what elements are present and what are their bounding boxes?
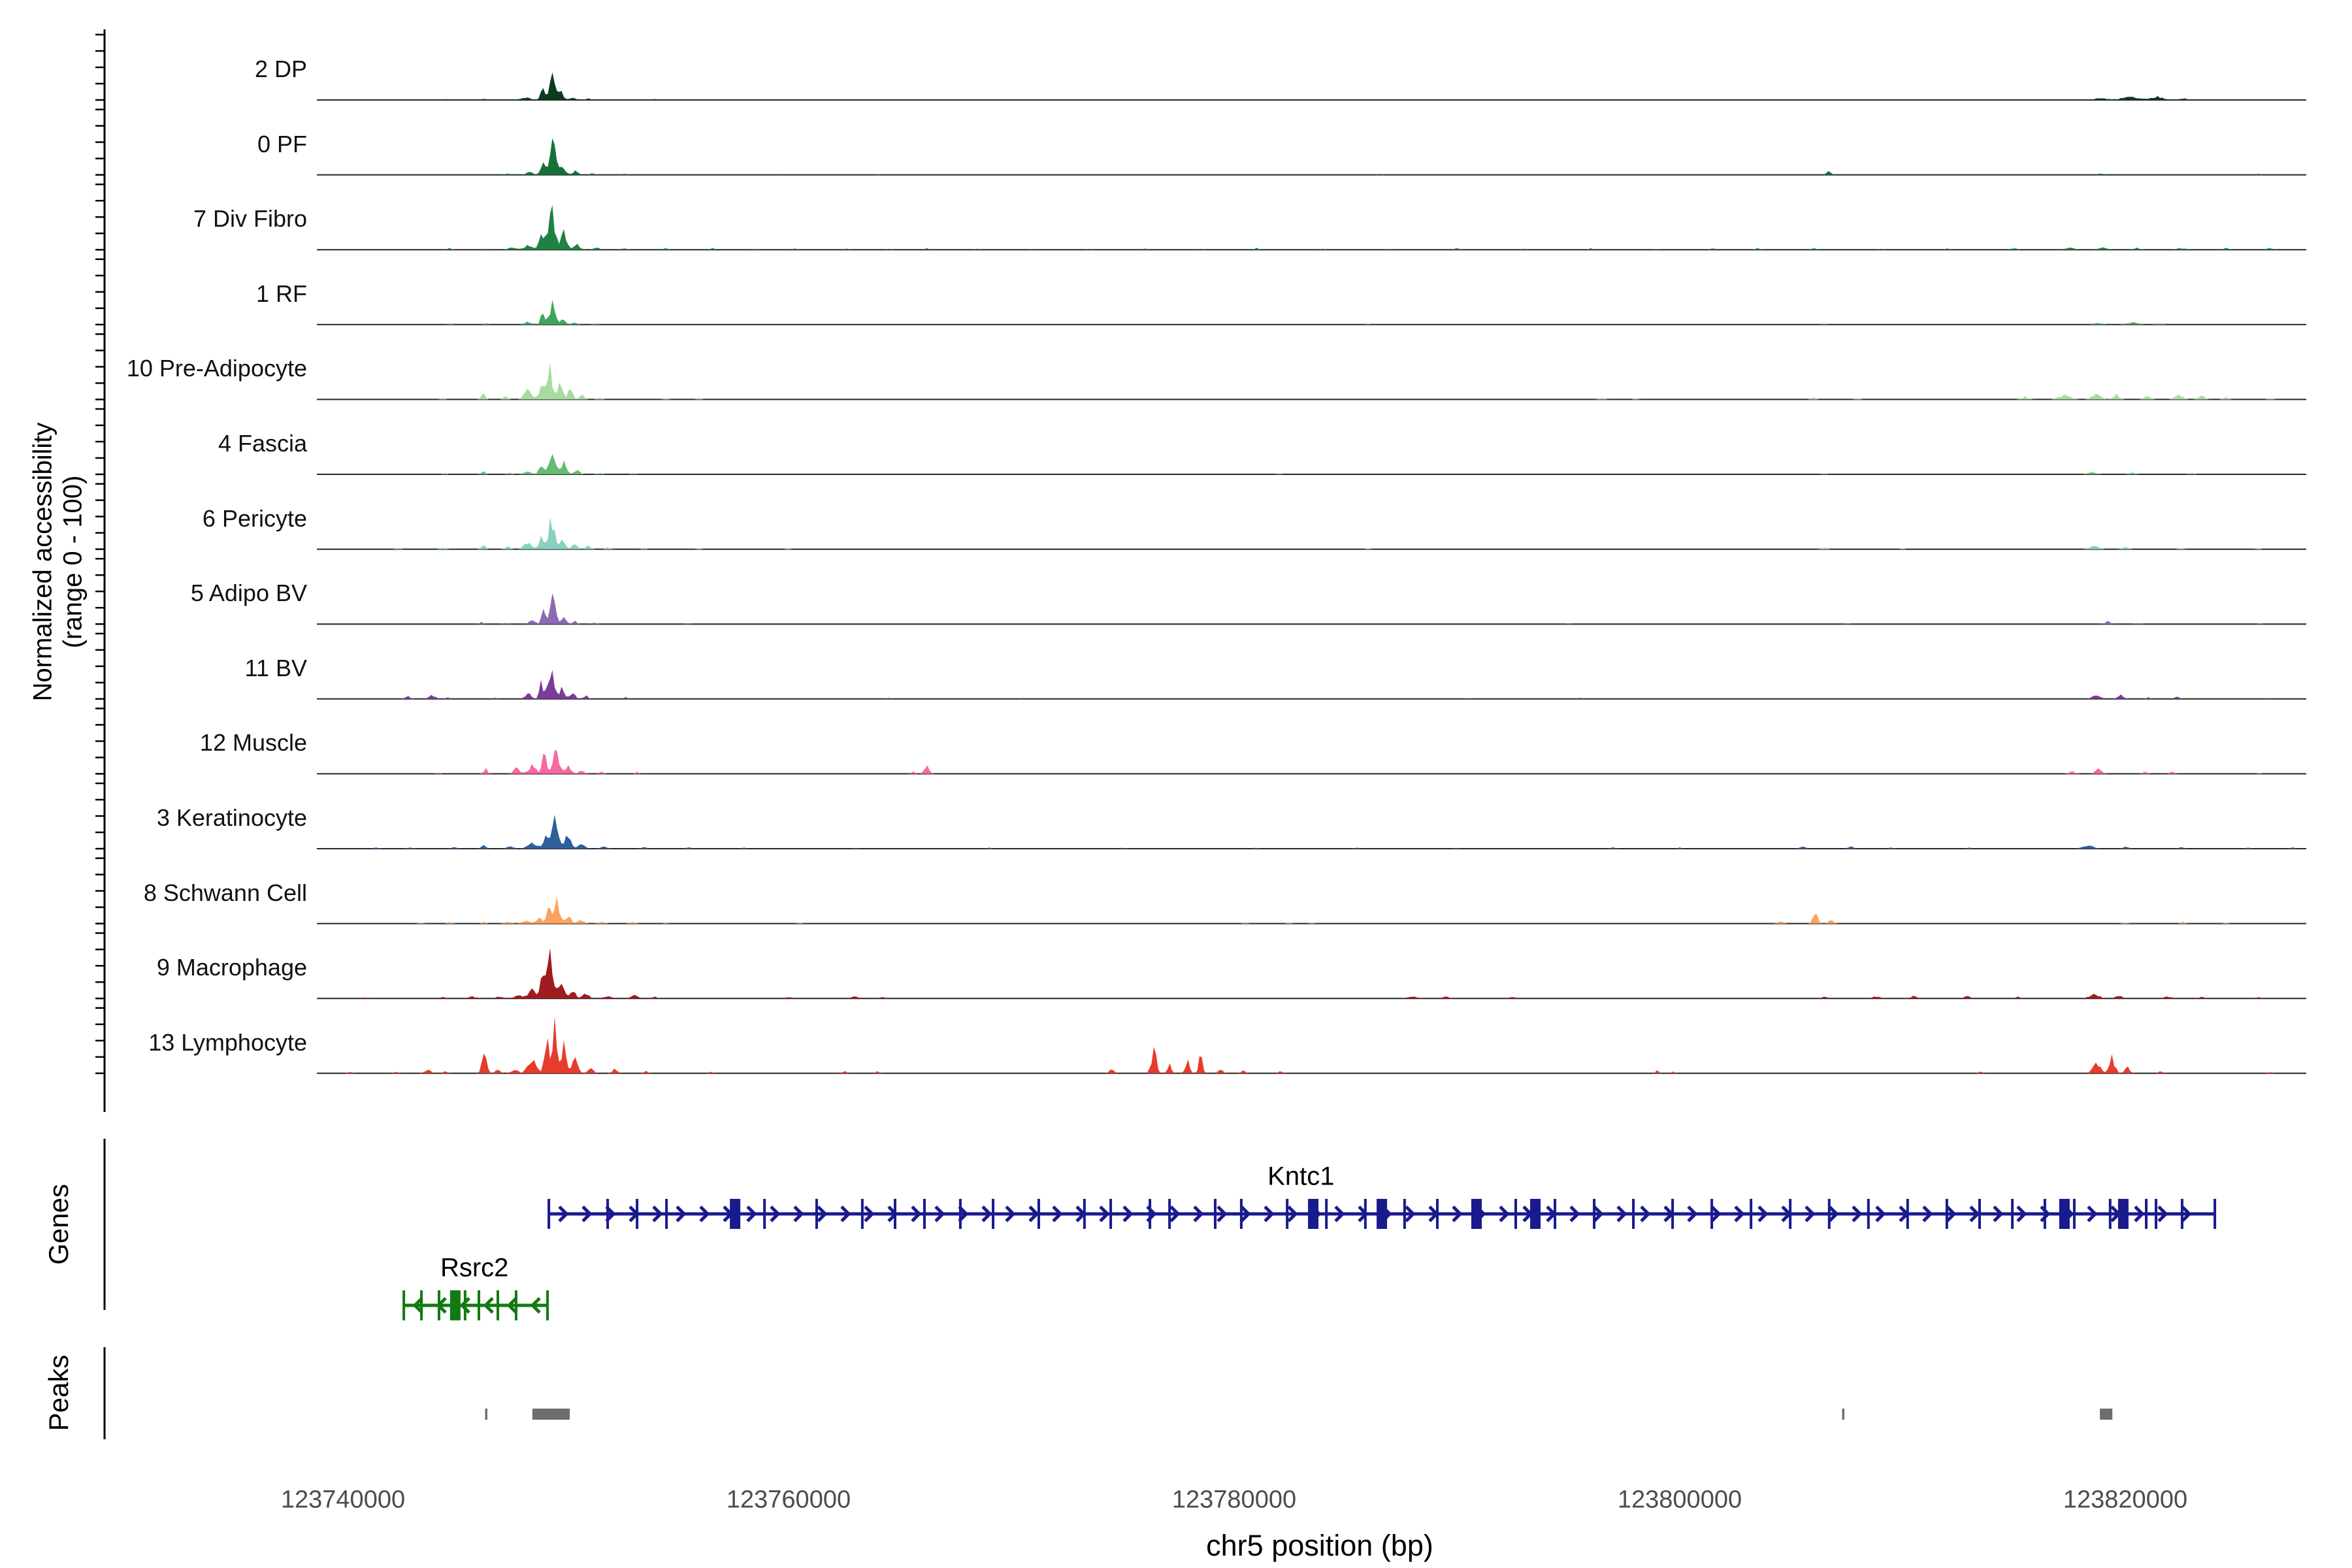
exon-mark [1906,1199,1909,1229]
exon-mark [1671,1199,1674,1229]
exon-mark [1109,1199,1112,1229]
exon-mark [1364,1199,1367,1229]
track-signal [317,1016,2306,1073]
track-signal [317,205,2306,250]
exon-mark [464,1290,466,1320]
track-signal [317,138,2306,174]
exon-mark [1789,1199,1791,1229]
exon-mark [547,1199,550,1229]
exon-block [1377,1199,1387,1229]
exon-mark [515,1290,517,1320]
exon-mark [1168,1199,1171,1229]
exon-mark [1403,1199,1406,1229]
exon-mark [2044,1199,2046,1229]
exon-mark [1554,1199,1556,1229]
exon-mark [959,1199,962,1229]
exon-mark [1286,1199,1288,1229]
exon-mark [2155,1199,2157,1229]
peak-box [1842,1409,1844,1420]
exon-mark [1514,1199,1517,1229]
exon-mark [546,1290,549,1320]
track-signal [317,454,2306,474]
exon-mark [2011,1199,2014,1229]
exon-mark [1710,1199,1713,1229]
exon-mark [1083,1199,1086,1229]
track-signal [317,948,2306,999]
exon-mark [497,1290,499,1320]
exon-mark [1750,1199,1752,1229]
exon-mark [894,1199,896,1229]
exon-mark [1593,1199,1595,1229]
exon-mark [1978,1199,1981,1229]
exon-mark [1946,1199,1948,1229]
exon-mark [2181,1199,2183,1229]
exon-mark [1632,1199,1635,1229]
track-signal [317,362,2306,399]
exon-mark [2213,1199,2216,1229]
exon-mark [665,1199,668,1229]
coverage-plot-canvas [0,0,2352,1568]
exon-block [2118,1199,2129,1229]
peak-box [532,1409,570,1420]
exon-mark [1149,1199,1151,1229]
exon-mark [636,1199,638,1229]
coverage-figure: Normalized accessibility (range 0 - 100)… [0,0,2352,1568]
exon-mark [1325,1199,1328,1229]
peak-box [485,1409,487,1420]
exon-mark [438,1290,440,1320]
exon-mark [1828,1199,1831,1229]
exon-mark [2145,1199,2148,1229]
exon-mark [1037,1199,1040,1229]
track-signal [317,670,2306,699]
exon-mark [1240,1199,1243,1229]
exon-block [1530,1199,1541,1229]
exon-mark [815,1199,818,1229]
exon-mark [402,1290,405,1320]
track-signal [317,815,2306,849]
exon-block [730,1199,740,1229]
exon-mark [1214,1199,1217,1229]
exon-mark [923,1199,926,1229]
exon-mark [2109,1199,2112,1229]
track-signal [317,896,2306,924]
exon-mark [763,1199,766,1229]
peak-box [2100,1409,2112,1420]
exon-block [1308,1199,1318,1229]
exon-mark [2073,1199,2076,1229]
exon-mark [992,1199,994,1229]
exon-mark [420,1290,423,1320]
track-signal [317,593,2306,624]
exon-mark [1867,1199,1870,1229]
exon-block [450,1290,461,1320]
exon-mark [861,1199,864,1229]
exon-mark [478,1290,480,1320]
track-signal [317,73,2306,100]
exon-mark [606,1199,609,1229]
track-signal [317,750,2306,774]
exon-block [1471,1199,1482,1229]
track-signal [317,517,2306,549]
track-signal [317,300,2306,325]
exon-block [2059,1199,2070,1229]
exon-mark [1436,1199,1439,1229]
